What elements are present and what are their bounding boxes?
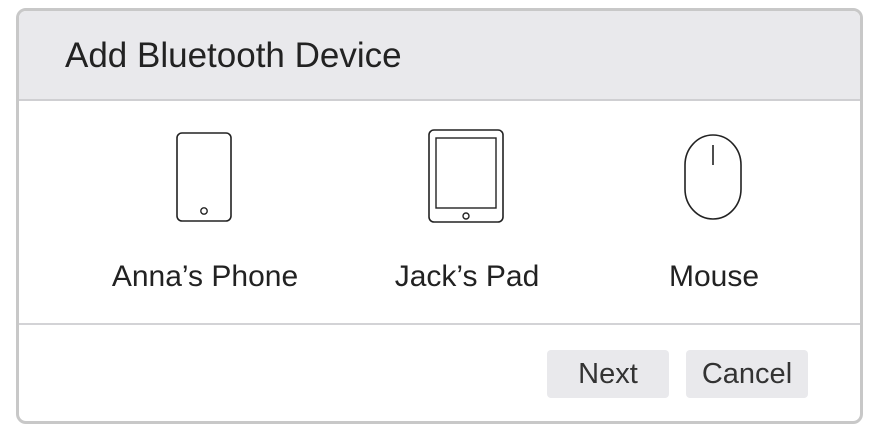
- dialog-header: Add Bluetooth Device: [19, 11, 860, 101]
- device-label: Anna’s Phone: [111, 260, 299, 293]
- cancel-button[interactable]: Cancel: [686, 350, 808, 398]
- device-item-jacks-pad[interactable]: Jack’s Pad: [347, 123, 587, 313]
- device-label: Mouse: [668, 260, 760, 293]
- device-item-mouse[interactable]: Mouse: [594, 123, 834, 313]
- add-bluetooth-device-dialog: Add Bluetooth Device Anna’s Phone Jack’s…: [16, 8, 863, 424]
- device-item-annas-phone[interactable]: Anna’s Phone: [85, 123, 325, 313]
- next-button[interactable]: Next: [547, 350, 669, 398]
- phone-icon: [155, 123, 255, 223]
- mouse-icon: [664, 123, 764, 223]
- footer-divider: [19, 323, 860, 325]
- tablet-icon: [417, 123, 517, 223]
- device-label: Jack’s Pad: [394, 260, 540, 293]
- dialog-title: Add Bluetooth Device: [65, 36, 402, 75]
